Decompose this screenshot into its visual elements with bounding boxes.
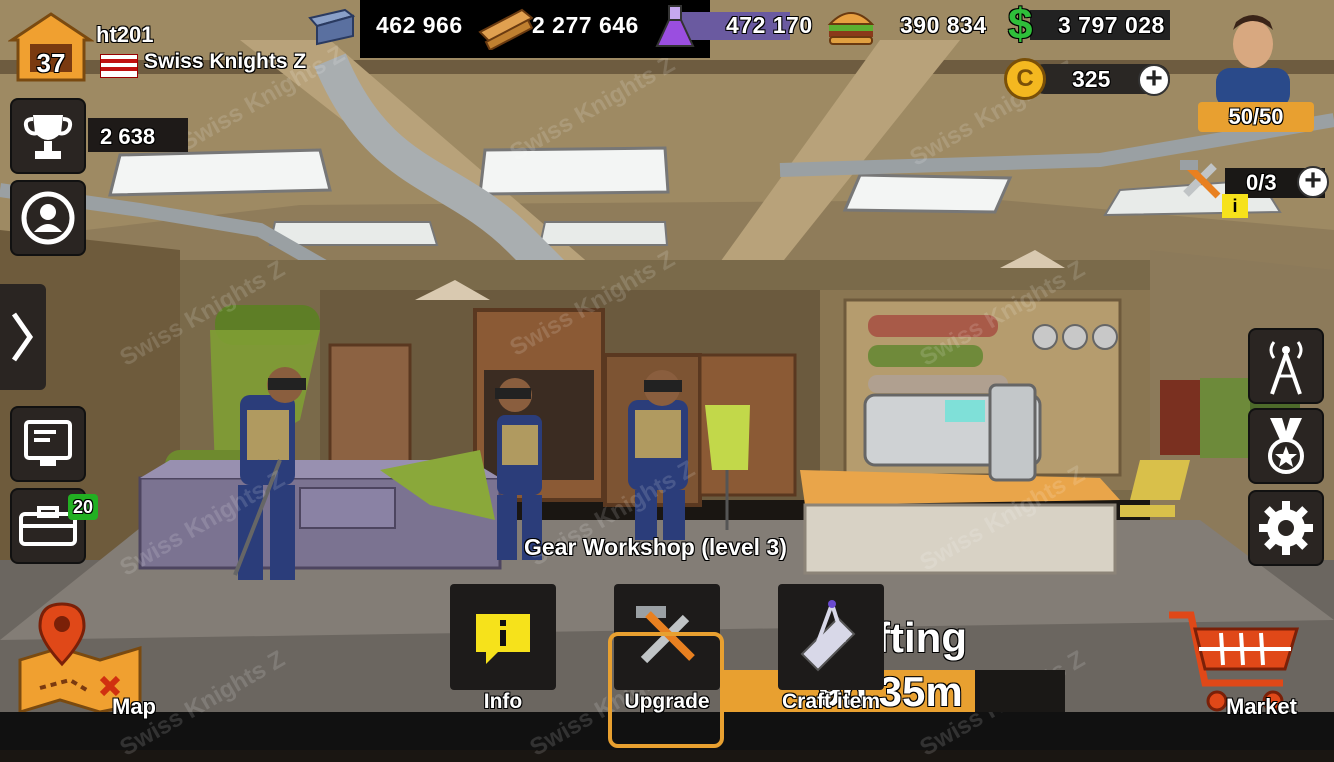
builders-value: 0/3	[1246, 170, 1277, 195]
cash-value: 3 797 028	[1058, 12, 1165, 38]
add-builder-button[interactable]: +	[1297, 166, 1329, 198]
info-icon	[476, 614, 530, 664]
avatar[interactable]	[1208, 8, 1298, 108]
expand-sidebar-button[interactable]	[0, 284, 46, 390]
info-button[interactable]	[450, 584, 556, 690]
coins-value: 325	[1072, 66, 1111, 92]
compass-ruler-icon	[800, 600, 856, 672]
building-label: Gear Workshop (level 3)	[524, 534, 787, 560]
dollar-icon: $	[1008, 0, 1033, 49]
map-label: Map	[112, 694, 156, 719]
user-circle-icon	[21, 191, 75, 245]
settings-button[interactable]	[1250, 492, 1322, 564]
trophy-button[interactable]	[12, 100, 84, 172]
market-label: Market	[1226, 694, 1297, 719]
food-value: 390 834	[900, 12, 987, 38]
gear-icon	[1259, 501, 1313, 555]
medal-icon	[1268, 418, 1304, 474]
chevron-right-icon	[11, 312, 34, 362]
chemicals-value: 472 170	[726, 12, 813, 38]
clan-flag-icon	[100, 54, 138, 78]
player-name: ht201	[96, 22, 154, 47]
builders-info-icon[interactable]: i	[1222, 194, 1248, 218]
profile-button[interactable]	[12, 182, 84, 254]
achievements-button[interactable]	[1250, 410, 1322, 482]
terminal-button[interactable]	[12, 408, 84, 480]
wood-icon	[478, 4, 534, 52]
clan-name[interactable]: Swiss Knights Z	[144, 50, 306, 74]
coin-icon: C	[1004, 58, 1046, 100]
garage-badge: 20	[68, 494, 98, 520]
steel-value: 462 966	[376, 12, 463, 38]
burger-icon	[826, 6, 876, 46]
upgrade-label: Upgrade	[624, 690, 710, 713]
radio-tower-button[interactable]	[1250, 330, 1322, 402]
craft-item-button[interactable]	[778, 584, 884, 690]
flask-icon	[655, 4, 695, 50]
add-coins-button[interactable]: +	[1138, 64, 1170, 96]
monitor-icon	[24, 420, 72, 466]
steel-icon	[305, 6, 356, 46]
trophies-value: 2 638	[100, 124, 156, 149]
craft-item-label: Craft item	[781, 690, 881, 713]
trophy-icon	[23, 115, 73, 159]
info-label: Info	[483, 690, 523, 713]
radio-tower-icon	[1269, 341, 1303, 395]
player-level: 37	[36, 48, 66, 78]
player-level-house[interactable]: 37	[7, 10, 95, 82]
wood-value: 2 277 646	[532, 12, 639, 38]
energy-value: 50/50	[1198, 102, 1314, 132]
